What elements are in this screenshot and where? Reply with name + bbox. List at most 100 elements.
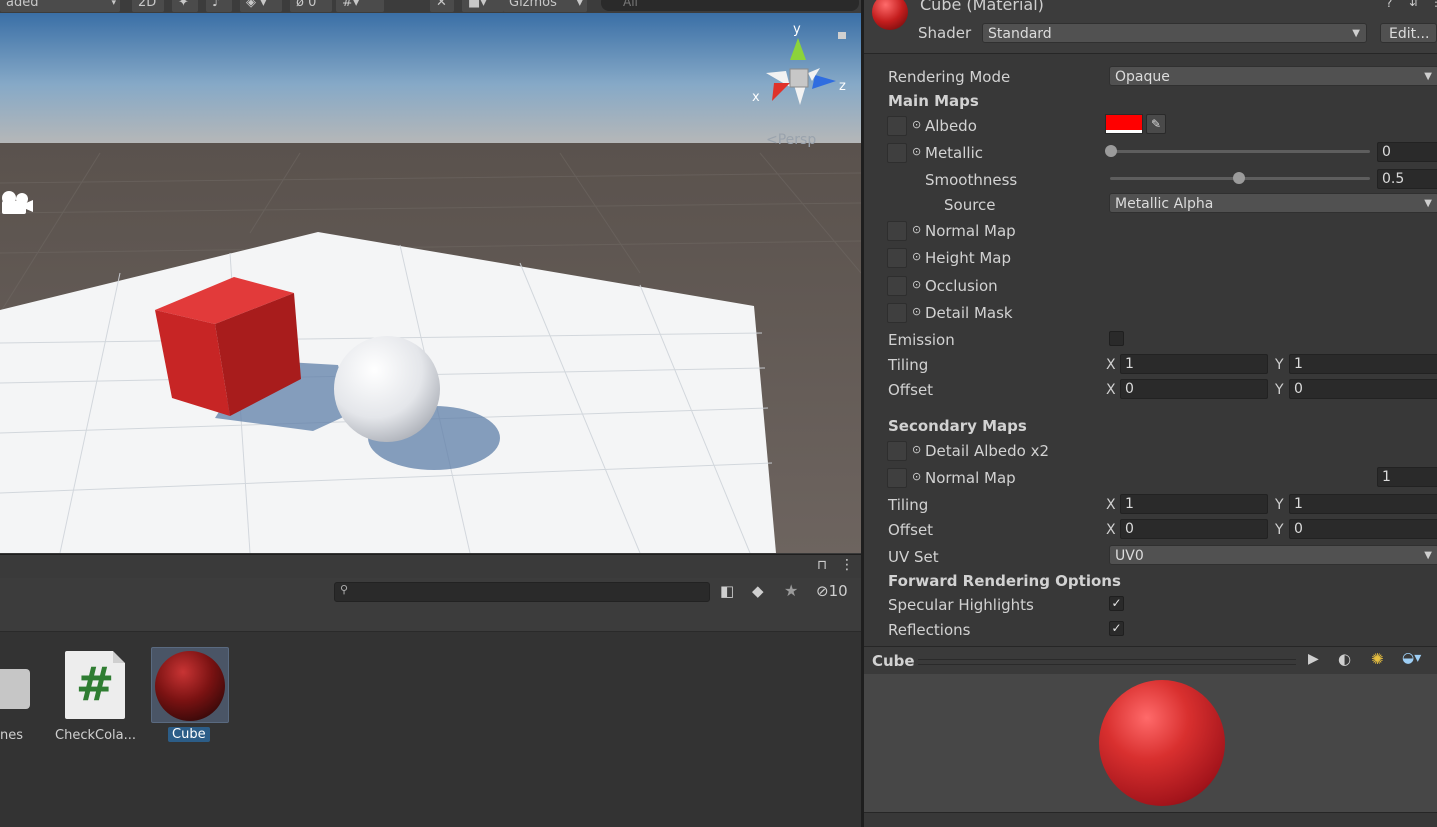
lighting-icon[interactable]: ✦ xyxy=(172,0,198,12)
metallic-value-field[interactable]: 0 xyxy=(1377,142,1437,162)
preview-drag-handle[interactable] xyxy=(918,659,1296,665)
preview-lights-icon[interactable]: ✺ xyxy=(1371,650,1384,668)
material-preview-area[interactable] xyxy=(864,674,1437,827)
material-asset-thumbnail[interactable] xyxy=(151,647,229,723)
main-tiling-x-field[interactable]: 1 xyxy=(1120,354,1268,374)
grid-icon[interactable]: #▾ xyxy=(336,0,384,12)
sec-offset-y-field[interactable]: 0 xyxy=(1289,519,1437,539)
scene-search-input[interactable]: All xyxy=(601,0,859,11)
folder-icon[interactable] xyxy=(0,669,30,709)
source-dropdown[interactable]: Metallic Alpha ▼ xyxy=(1109,193,1437,213)
chevron-down-icon: ▼ xyxy=(1352,28,1360,39)
favorite-star-icon[interactable]: ★ xyxy=(784,581,798,600)
specular-highlights-checkbox[interactable]: ✓ xyxy=(1109,596,1124,611)
audio-icon[interactable]: ♪ xyxy=(206,0,232,12)
more-menu-icon[interactable]: ⋮ xyxy=(840,557,854,573)
scene-toolbar: aded ▾ 2D ✦ ♪ ◈ ▾ ø 0 #▾ ✕ ■▾ Gizmos ▾ All xyxy=(0,0,861,13)
label-tag-icon[interactable]: ◆ xyxy=(752,582,764,600)
main-offset-x-field[interactable]: 0 xyxy=(1120,379,1268,399)
pick-texture-icon[interactable]: ⊙ xyxy=(912,145,921,158)
pick-texture-icon[interactable]: ⊙ xyxy=(912,305,921,318)
reflections-checkbox[interactable]: ✓ xyxy=(1109,621,1124,636)
occlusion-texture-slot[interactable] xyxy=(887,276,907,296)
gizmo-z-label: z xyxy=(839,79,846,94)
secondary-normal-texture-slot[interactable] xyxy=(887,468,907,488)
scene-search-placeholder: All xyxy=(623,0,638,9)
sec-offset-x-field[interactable]: 0 xyxy=(1120,519,1268,539)
metallic-slider-track[interactable] xyxy=(1110,150,1370,153)
hidden-packages-toggle[interactable]: ⊘10 xyxy=(816,582,848,600)
detail-mask-texture-slot[interactable] xyxy=(887,303,907,323)
asset-label-folder[interactable]: nes xyxy=(0,728,23,743)
smoothness-slider-handle[interactable] xyxy=(1233,172,1245,184)
metallic-slider-handle[interactable] xyxy=(1105,145,1117,157)
material-sphere-icon xyxy=(155,651,225,721)
scene-canvas[interactable]: y x z <Persp xyxy=(0,13,861,553)
lock-icon[interactable]: ⊓ xyxy=(817,558,827,573)
csharp-script-icon[interactable]: # xyxy=(65,651,125,719)
preview-background-icon[interactable]: ◒▾ xyxy=(1402,650,1421,666)
shader-label: Shader xyxy=(918,24,972,42)
albedo-texture-slot[interactable] xyxy=(887,116,907,136)
tools-icon[interactable]: ✕ xyxy=(430,0,454,12)
forward-rendering-title: Forward Rendering Options xyxy=(888,572,1121,590)
eyedropper-icon[interactable]: ✎ xyxy=(1146,114,1166,134)
draw-mode-label: aded xyxy=(6,0,39,10)
sec-tiling-x-label: X xyxy=(1106,497,1116,513)
draw-mode-dropdown[interactable]: aded ▾ xyxy=(0,0,120,12)
help-icon[interactable]: ? xyxy=(1386,0,1392,10)
pick-texture-icon[interactable]: ⊙ xyxy=(912,470,921,483)
detail-albedo-label: Detail Albedo x2 xyxy=(925,442,1050,460)
camera-settings-icon[interactable]: ■▾ xyxy=(462,0,504,12)
pick-texture-icon[interactable]: ⊙ xyxy=(912,223,921,236)
pick-texture-icon[interactable]: ⊙ xyxy=(912,250,921,263)
play-icon[interactable]: ▶ xyxy=(1308,651,1319,667)
project-search-input[interactable]: ⚲ xyxy=(334,582,710,602)
presets-icon[interactable]: ⇵ xyxy=(1409,0,1419,9)
detail-albedo-texture-slot[interactable] xyxy=(887,441,907,461)
rendering-mode-dropdown[interactable]: Opaque ▼ xyxy=(1109,66,1437,86)
asset-label-script[interactable]: CheckCola... xyxy=(55,728,136,743)
main-offset-x-label: X xyxy=(1106,382,1116,398)
project-breadcrumb xyxy=(0,606,861,632)
shader-dropdown[interactable]: Standard ▼ xyxy=(982,23,1367,43)
sec-tiling-y-field[interactable]: 1 xyxy=(1289,494,1437,514)
asset-label-material[interactable]: Cube xyxy=(168,727,210,742)
rendering-mode-label: Rendering Mode xyxy=(888,68,1011,86)
secondary-normal-label: Normal Map xyxy=(925,469,1016,487)
smoothness-value-field[interactable]: 0.5 xyxy=(1377,169,1437,189)
filter-by-type-icon[interactable]: ◧ xyxy=(720,582,734,600)
main-tiling-y-field[interactable]: 1 xyxy=(1289,354,1437,374)
hidden-objects-toggle[interactable]: ø 0 xyxy=(290,0,332,12)
pick-texture-icon[interactable]: ⊙ xyxy=(912,118,921,131)
main-offset-y-field[interactable]: 0 xyxy=(1289,379,1437,399)
hidden-count: 0 xyxy=(308,0,317,10)
secondary-normal-scale-field[interactable]: 1 xyxy=(1377,467,1437,487)
material-icon xyxy=(872,0,908,30)
2d-toggle[interactable]: 2D xyxy=(132,0,164,12)
sec-tiling-x-field[interactable]: 1 xyxy=(1120,494,1268,514)
sec-offset-x-label: X xyxy=(1106,522,1116,538)
sec-offset-y-label: Y xyxy=(1275,522,1284,538)
source-value: Metallic Alpha xyxy=(1115,196,1214,212)
albedo-color-swatch[interactable] xyxy=(1105,114,1143,134)
height-map-texture-slot[interactable] xyxy=(887,248,907,268)
inspector-panel: Cube (Material) ? ⇵ ⋮ Shader Standard ▼ E… xyxy=(864,0,1437,827)
gizmos-dropdown[interactable]: Gizmos ▾ xyxy=(503,0,587,12)
preview-shape-icon[interactable]: ◐ xyxy=(1338,650,1351,668)
pick-texture-icon[interactable]: ⊙ xyxy=(912,278,921,291)
more-menu-icon[interactable]: ⋮ xyxy=(1430,0,1437,9)
gizmo-y-label: y xyxy=(793,22,801,37)
scene-view[interactable]: y x z <Persp aded ▾ 2D ✦ ♪ ◈ ▾ ø 0 #▾ ✕ ■… xyxy=(0,0,861,553)
effects-icon[interactable]: ◈ ▾ xyxy=(240,0,282,12)
normal-map-texture-slot[interactable] xyxy=(887,221,907,241)
uv-set-dropdown[interactable]: UV0 ▼ xyxy=(1109,545,1437,565)
sec-tiling-y-label: Y xyxy=(1275,497,1284,513)
preview-footer xyxy=(864,812,1437,827)
pick-texture-icon[interactable]: ⊙ xyxy=(912,443,921,456)
sec-tiling-label: Tiling xyxy=(888,496,929,514)
edit-shader-button[interactable]: Edit... xyxy=(1380,23,1437,43)
emission-checkbox[interactable] xyxy=(1109,331,1124,346)
search-icon: ⚲ xyxy=(340,583,349,596)
metallic-texture-slot[interactable] xyxy=(887,143,907,163)
